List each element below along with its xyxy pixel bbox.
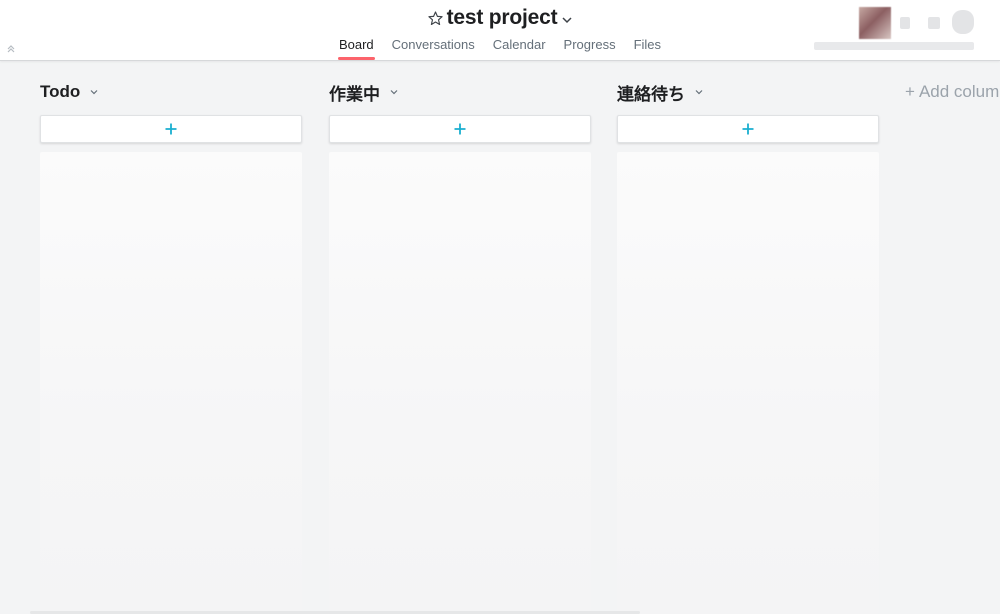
project-header: test project Board Conversations Calenda…: [0, 0, 1000, 61]
blurred-member: [900, 17, 910, 29]
chevron-down-icon[interactable]: [694, 87, 704, 97]
column-title: 連絡待ち: [617, 84, 685, 104]
board-column: 作業中: [329, 62, 591, 614]
tab-files[interactable]: Files: [625, 37, 670, 61]
add-task-button[interactable]: [329, 115, 591, 143]
chevron-down-icon[interactable]: [389, 87, 399, 97]
project-title[interactable]: test project: [447, 6, 558, 30]
column-title: Todo: [40, 82, 81, 101]
column-header[interactable]: 連絡待ち: [617, 80, 704, 104]
board: Todo 作業中 連絡待ち + Add column: [0, 62, 1000, 614]
blurred-member-names: [814, 42, 974, 50]
chevron-down-icon[interactable]: [561, 14, 573, 26]
add-column-button[interactable]: + Add column: [905, 80, 1000, 104]
add-column-label: Add column: [918, 82, 1000, 101]
board-column: 連絡待ち: [617, 62, 879, 614]
tab-progress[interactable]: Progress: [555, 37, 625, 61]
add-task-button[interactable]: [40, 115, 302, 143]
chevron-down-icon[interactable]: [89, 87, 99, 97]
column-drop-area: [329, 152, 591, 614]
project-members[interactable]: [814, 5, 978, 55]
column-header[interactable]: 作業中: [329, 80, 399, 104]
column-drop-area: [40, 152, 302, 614]
star-icon[interactable]: [427, 10, 444, 27]
blurred-member: [952, 10, 974, 34]
tab-board[interactable]: Board: [330, 37, 383, 61]
tab-conversations[interactable]: Conversations: [383, 37, 484, 61]
column-drop-area: [617, 152, 879, 614]
column-header[interactable]: Todo: [40, 80, 99, 104]
plus-icon: [165, 123, 177, 135]
add-task-button[interactable]: [617, 115, 879, 143]
plus-icon: +: [905, 82, 915, 101]
blurred-member: [928, 17, 940, 29]
project-title-area: test project: [0, 5, 1000, 31]
tab-calendar[interactable]: Calendar: [484, 37, 555, 61]
plus-icon: [742, 123, 754, 135]
avatar[interactable]: [859, 7, 891, 39]
board-column: Todo: [40, 62, 302, 614]
column-title: 作業中: [329, 84, 380, 104]
plus-icon: [454, 123, 466, 135]
